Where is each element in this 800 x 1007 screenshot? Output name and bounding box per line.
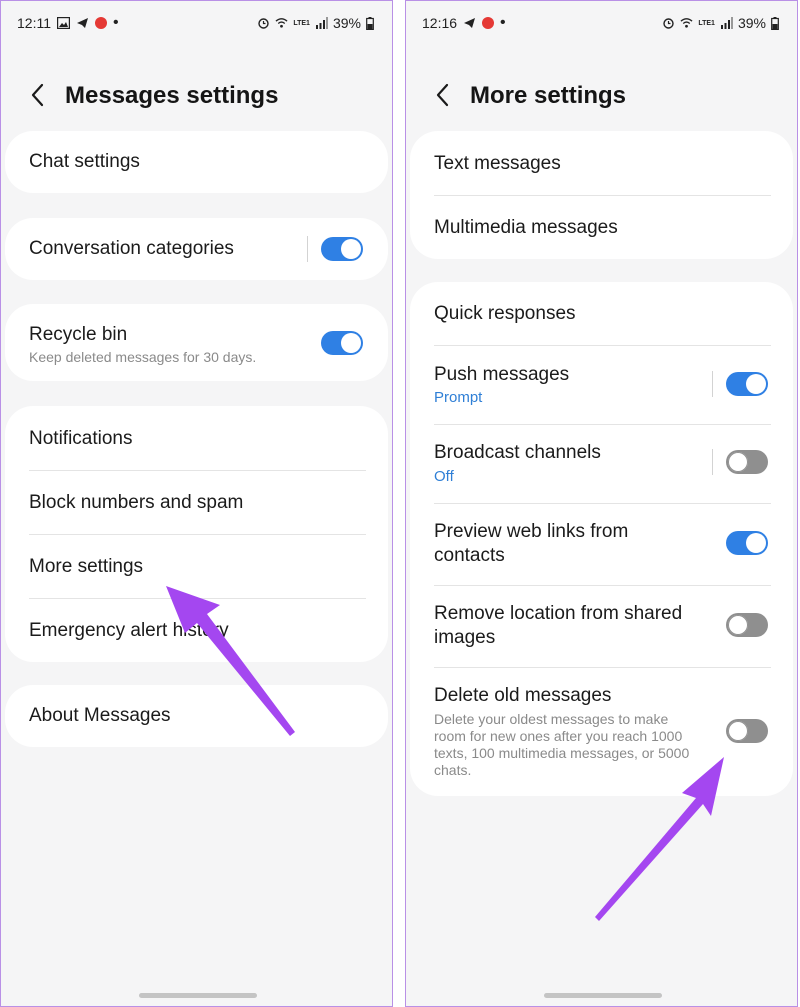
pointer-arrow-icon <box>166 586 295 736</box>
messages-settings-screen: 12:11 • LTE1 39% Messages settings Chat … <box>0 0 393 1007</box>
more-settings-screen: 12:16 • LTE1 39% More settings Text mess… <box>405 0 798 1007</box>
pointer-arrow-icon <box>595 757 724 921</box>
